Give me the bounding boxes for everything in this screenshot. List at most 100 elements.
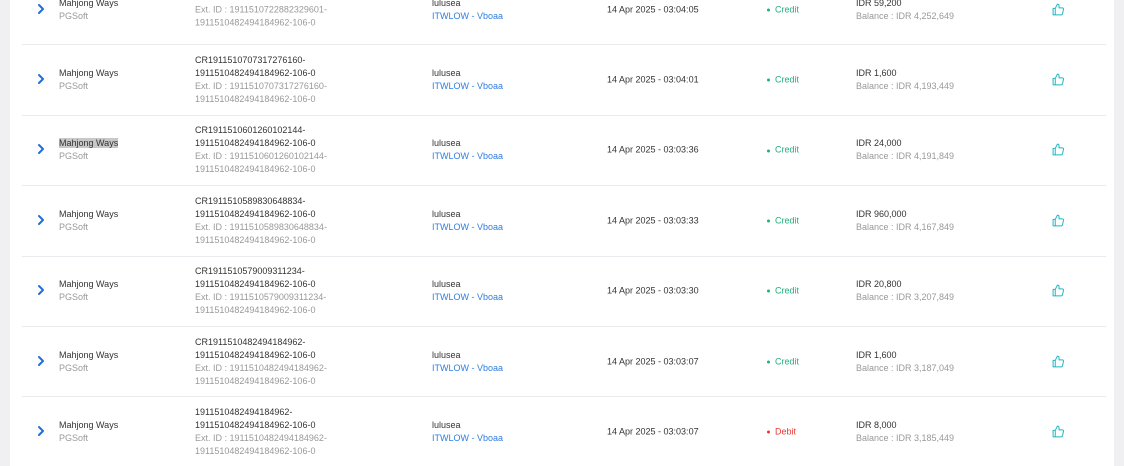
approve-button[interactable] [1052,143,1066,157]
approve-button[interactable] [1052,355,1066,369]
amount-value: IDR 960,000 [856,208,907,219]
thumbs-up-icon[interactable] [1052,425,1066,438]
table-row: Mahjong Ways PGSoft CR191151048249418496… [22,327,1106,398]
agent-link[interactable]: ITWLOW - Vboaa [432,221,503,234]
chevron-right-icon[interactable] [36,355,48,367]
type-badge: Credit [767,355,799,368]
chevron-right-icon[interactable] [36,3,48,15]
thumbs-up-icon[interactable] [1052,284,1066,297]
expand-row-button[interactable] [36,355,48,369]
amount-cell: IDR 20,800 Balance : IDR 3,207,849 [856,278,954,304]
agent-link[interactable]: ITWLOW - Vboaa [432,80,503,93]
status-dot-icon [767,360,770,364]
external-id-line-1: Ext. ID : 1911510482494184962- [195,433,327,444]
game-cell: Mahjong Ways PGSoft [59,208,118,234]
external-id-line-1: Ext. ID : 1911510707317276160- [195,81,327,92]
expand-row-button[interactable] [36,284,48,298]
game-name: Mahjong Ways [59,68,119,79]
thumbs-up-icon[interactable] [1052,143,1066,156]
external-id-line-2: 1911510482494184962-106-0 [195,375,316,386]
balance-value: Balance : IDR 4,191,849 [856,151,955,162]
external-id-line-1: Ext. ID : 1911510601260102144- [195,151,327,162]
transaction-ref-line-2: 1911510482494184962-106-0 [195,208,316,219]
transaction-id-cell: CR1911510589830648834- 19115104824941849… [195,195,415,247]
table-row: Mahjong Ways PGSoft CR191151058983064883… [22,186,1106,257]
balance-value: Balance : IDR 3,207,849 [856,292,955,303]
balance-value: Balance : IDR 4,252,649 [856,10,955,21]
table-row: Mahjong Ways PGSoft 1911510482494184962-… [22,397,1106,466]
thumbs-up-icon[interactable] [1052,214,1066,227]
type-badge: Credit [767,214,799,227]
expand-row-button[interactable] [36,3,48,17]
transaction-ref-line-2: 1911510482494184962-106-0 [195,279,316,290]
status-dot-icon [767,289,770,293]
table-row: Mahjong Ways PGSoft CR191151070731727616… [22,45,1106,116]
expand-row-button[interactable] [36,73,48,87]
username: lulusea [432,349,461,360]
type-label: Debit [775,426,797,437]
status-dot-icon [767,78,770,82]
chevron-right-icon[interactable] [36,425,48,437]
thumbs-up-icon[interactable] [1052,355,1066,368]
game-name: Mahjong Ways [59,420,119,431]
expand-row-button[interactable] [36,214,48,228]
type-badge: Credit [767,74,799,87]
username: lulusea [432,138,461,149]
user-cell: lulusea ITWLOW - Vboaa [432,278,503,304]
status-dot-icon [767,149,770,153]
type-label: Credit [775,144,800,155]
amount-value: IDR 1,600 [856,349,897,360]
agent-link[interactable]: ITWLOW - Vboaa [432,150,503,163]
thumbs-up-icon[interactable] [1052,3,1066,16]
game-provider: PGSoft [59,151,89,162]
table-row: Mahjong Ways PGSoft CR191151057900931123… [22,257,1106,327]
user-cell: lulusea ITWLOW - Vboaa [432,67,503,93]
approve-button[interactable] [1052,73,1066,87]
game-provider: PGSoft [59,292,89,303]
approve-button[interactable] [1052,284,1066,298]
username: lulusea [432,208,461,219]
username: lulusea [432,420,461,431]
status-dot-icon [767,8,770,12]
transaction-ref-line-1: CR1911510482494184962- [195,336,306,347]
amount-value: IDR 1,600 [856,68,897,79]
amount-value: IDR 8,000 [856,420,897,431]
game-provider: PGSoft [59,81,89,92]
approve-button[interactable] [1052,425,1066,439]
amount-cell: IDR 1,600 Balance : IDR 3,187,049 [856,349,954,375]
date-cell: 14 Apr 2025 - 03:03:07 [607,356,699,367]
type-badge: Credit [767,3,799,16]
approve-button[interactable] [1052,3,1066,17]
external-id-line-2: 1911510482494184962-106-0 [195,234,316,245]
thumbs-up-icon[interactable] [1052,73,1066,86]
external-id-line-1: Ext. ID : 1911510482494184962- [195,362,327,373]
user-cell: lulusea ITWLOW - Vboaa [432,137,503,163]
external-id-line-2: 1911510482494184962-106-0 [195,446,316,457]
external-id-line-1: Ext. ID : 1911510722882329601- [195,4,327,15]
agent-link[interactable]: ITWLOW - Vboaa [432,432,503,445]
agent-link[interactable]: ITWLOW - Vboaa [432,10,503,23]
username: lulusea [432,0,461,8]
status-dot-icon [767,430,770,434]
agent-link[interactable]: ITWLOW - Vboaa [432,291,503,304]
balance-value: Balance : IDR 4,167,849 [856,221,955,232]
game-name: Mahjong Ways [59,279,119,290]
approve-button[interactable] [1052,214,1066,228]
chevron-right-icon[interactable] [36,214,48,226]
chevron-right-icon[interactable] [36,143,48,155]
date-cell: 14 Apr 2025 - 03:03:07 [607,426,699,437]
user-cell: lulusea ITWLOW - Vboaa [432,208,503,234]
expand-row-button[interactable] [36,425,48,439]
game-provider: PGSoft [59,10,89,21]
expand-row-button[interactable] [36,143,48,157]
chevron-right-icon[interactable] [36,284,48,296]
type-label: Credit [775,215,800,226]
external-id-line-2: 1911510482494184962-106-0 [195,305,316,316]
type-badge: Debit [767,426,796,439]
agent-link[interactable]: ITWLOW - Vboaa [432,362,503,375]
date-cell: 14 Apr 2025 - 03:04:01 [607,74,699,85]
amount-cell: IDR 960,000 Balance : IDR 4,167,849 [856,208,954,234]
transaction-ref-line-1: CR1911510579009311234- [195,266,305,277]
chevron-right-icon[interactable] [36,73,48,85]
amount-cell: IDR 1,600 Balance : IDR 4,193,449 [856,67,954,93]
